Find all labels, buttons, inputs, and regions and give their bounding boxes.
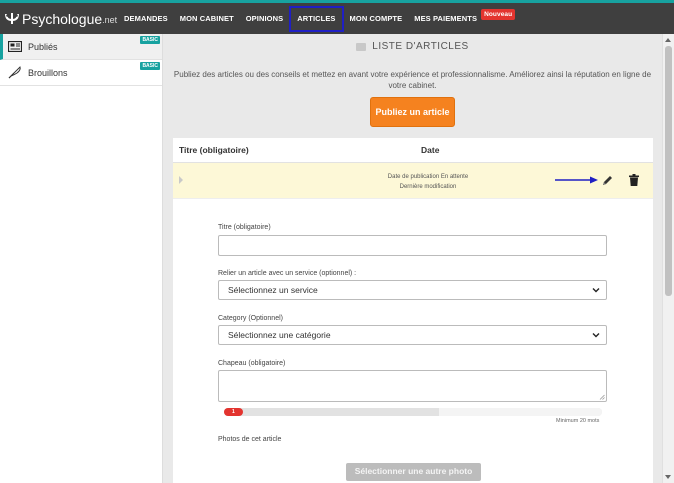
sidebar-item-publies[interactable]: Publiés BASIC — [0, 34, 162, 60]
column-header-title: Titre (obligatoire) — [179, 145, 249, 155]
scroll-up-arrow-icon[interactable] — [665, 38, 671, 42]
nav-demandes[interactable]: DEMANDES — [118, 7, 174, 31]
basic-badge: BASIC — [140, 62, 160, 70]
chapeau-textarea[interactable] — [218, 370, 607, 402]
progress-fill: 1 — [224, 408, 243, 416]
page-scrollbar[interactable] — [662, 34, 674, 483]
table-row[interactable]: Date de publication En attente Dernière … — [173, 163, 653, 199]
sidebar-item-brouillons[interactable]: Brouillons BASIC — [0, 60, 162, 86]
select-photo-button[interactable]: Sélectionner une autre photo — [346, 463, 481, 481]
progress-track-end — [439, 408, 602, 416]
nav-articles[interactable]: ARTICLES — [289, 5, 344, 32]
column-header-date: Date — [421, 145, 440, 155]
chapeau-label: Chapeau (obligatoire) — [218, 360, 286, 367]
title-input[interactable] — [218, 235, 607, 256]
row-dates: Date de publication En attente Dernière … — [353, 172, 503, 192]
quill-icon — [8, 66, 22, 79]
psychologue-logo-icon — [5, 13, 19, 24]
nav-mon-cabinet[interactable]: MON CABINET — [174, 7, 240, 31]
chevron-down-icon — [592, 288, 600, 293]
page-title-text: LISTE D'ARTICLES — [372, 41, 469, 52]
newspaper-icon — [8, 41, 22, 53]
category-label: Category (Optionnel) — [218, 315, 283, 322]
list-icon — [356, 42, 367, 51]
chevron-down-icon — [592, 333, 600, 338]
main-content: LISTE D'ARTICLES Publiez des articles ou… — [163, 34, 662, 483]
brand-name: Psychologue — [22, 10, 103, 27]
nav-mon-compte[interactable]: MON COMPTE — [344, 7, 409, 31]
nav-opinions[interactable]: OPINIONS — [240, 7, 289, 31]
brand-suffix: .net — [102, 15, 118, 25]
date-publication: Date de publication En attente — [387, 174, 469, 180]
annotation-arrow-icon — [555, 176, 598, 184]
pencil-icon[interactable] — [600, 173, 614, 187]
category-select-value: Sélectionnez une catégorie — [228, 330, 331, 340]
articles-panel: Titre (obligatoire) Date Date de publica… — [173, 138, 653, 483]
category-select[interactable]: Sélectionnez une catégorie — [218, 325, 607, 345]
sidebar-item-label: Publiés — [28, 41, 58, 52]
title-label: Titre (obligatoire) — [218, 224, 271, 231]
table-header: Titre (obligatoire) Date — [173, 138, 653, 163]
page-title: LISTE D'ARTICLES — [163, 41, 662, 52]
last-modified: Dernière modification — [399, 184, 457, 190]
service-select-value: Sélectionnez un service — [228, 285, 318, 295]
service-select[interactable]: Sélectionnez un service — [218, 280, 607, 300]
brand-logo[interactable]: Psychologue .net — [4, 11, 118, 27]
sidebar: Publiés BASIC Brouillons BASIC — [0, 34, 163, 483]
expand-triangle-icon[interactable] — [179, 176, 183, 184]
minimum-words-text: Minimum 20 mots — [556, 418, 600, 424]
trash-icon[interactable] — [627, 173, 641, 187]
nav-mes-paiements-label: MES PAIEMENTS — [414, 14, 478, 23]
word-count-progress: 1 — [224, 408, 602, 416]
scroll-down-arrow-icon[interactable] — [665, 475, 671, 479]
basic-badge: BASIC — [140, 36, 160, 44]
publish-article-button[interactable]: Publiez un article — [370, 97, 455, 127]
service-label: Relier un article avec un service (optio… — [218, 270, 357, 277]
resize-grip-icon[interactable] — [599, 394, 605, 400]
sidebar-item-label: Brouillons — [28, 67, 68, 78]
photos-label: Photos de cet article — [218, 436, 282, 443]
nav-mes-paiements[interactable]: MES PAIEMENTS Nouveau — [408, 7, 521, 31]
top-navigation-bar: Psychologue .net DEMANDES MON CABINET OP… — [0, 0, 674, 34]
new-badge: Nouveau — [481, 9, 516, 20]
scrollbar-thumb[interactable] — [665, 46, 672, 296]
intro-text: Publiez des articles ou des conseils et … — [173, 70, 652, 90]
